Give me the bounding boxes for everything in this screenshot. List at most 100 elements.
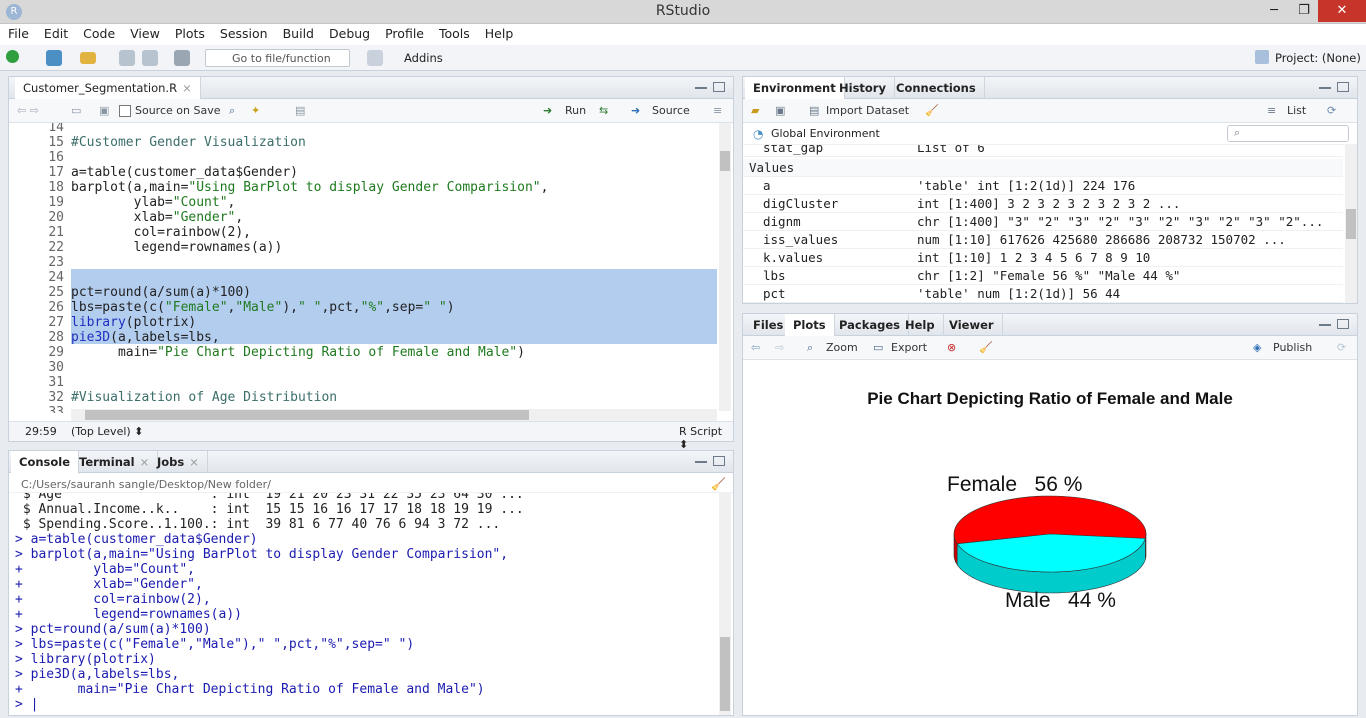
magic-wand-icon[interactable]: ✦ [251, 104, 260, 117]
next-plot-icon[interactable]: ⇨ [775, 341, 784, 354]
minimize-pane-icon[interactable] [1319, 324, 1331, 330]
save-all-icon[interactable] [142, 50, 158, 66]
show-in-window-icon[interactable]: ▭ [71, 104, 81, 117]
code-line[interactable]: a=table(customer_data$Gender) [71, 165, 548, 180]
outline-icon[interactable]: ≡ [713, 104, 722, 117]
previous-plot-icon[interactable]: ⇦ [751, 341, 760, 354]
tab-console[interactable]: Console [11, 451, 80, 474]
menu-profile[interactable]: Profile [377, 24, 431, 41]
minimize-pane-icon[interactable] [695, 461, 707, 467]
code-line[interactable]: #Visualization of Age Distribution [71, 390, 548, 405]
load-workspace-icon[interactable]: ▰ [751, 104, 759, 117]
code-text[interactable]: #Customer Gender Visualization a=table(c… [71, 123, 548, 413]
addins-menu[interactable]: Addins [404, 51, 443, 65]
clear-plots-icon[interactable]: 🧹 [979, 341, 993, 354]
rerun-icon[interactable]: ⇆ [599, 104, 608, 117]
back-forward-icon[interactable]: ⇦ ⇨ [17, 104, 39, 117]
code-line[interactable] [71, 375, 548, 390]
maximize-pane-icon[interactable] [713, 456, 725, 466]
new-file-icon[interactable] [6, 50, 19, 63]
menu-help[interactable]: Help [477, 24, 521, 41]
env-row[interactable]: lbs chr [1:2] "Female 56 %" "Male 44 %" [743, 267, 1343, 285]
menu-debug[interactable]: Debug [321, 24, 377, 41]
code-line[interactable]: #Customer Gender Visualization [71, 135, 548, 150]
publish-button[interactable]: Publish [1273, 341, 1312, 354]
env-row[interactable]: pct 'table' num [1:2(1d)] 56 44 [743, 285, 1343, 303]
file-type-selector[interactable]: R Script ⬍ [679, 425, 733, 451]
run-button[interactable]: Run [565, 104, 586, 117]
save-icon[interactable] [119, 50, 135, 66]
env-row[interactable]: digCluster int [1:400] 3 2 3 2 3 2 3 2 3 … [743, 195, 1343, 213]
grid-layout-icon[interactable] [367, 50, 383, 66]
code-line[interactable] [71, 360, 548, 375]
code-editor[interactable]: 14 15 16 17 18 19 20 21 22 23 24 25 26 27 28 29 30 31 32 33… [9, 123, 717, 413]
clear-console-icon[interactable]: 🧹 [711, 477, 726, 491]
compile-report-icon[interactable]: ▤ [295, 104, 305, 117]
menu-build[interactable]: Build [275, 24, 321, 41]
save-workspace-icon[interactable]: ▣ [775, 104, 785, 117]
list-view-button[interactable]: List [1287, 104, 1306, 117]
editor-vscroll[interactable] [719, 123, 731, 411]
menu-code[interactable]: Code [75, 24, 122, 41]
refresh-icon[interactable]: ⟳ [1327, 104, 1336, 117]
code-line[interactable] [71, 123, 548, 135]
close-button[interactable]: ✕ [1318, 0, 1366, 22]
tab-jobs[interactable]: Jobs × [149, 451, 208, 473]
maximize-pane-icon[interactable] [1337, 82, 1349, 92]
code-line[interactable]: pie3D(a,labels=lbs, [71, 330, 548, 345]
code-line[interactable]: main="Pie Chart Depicting Ratio of Femal… [71, 345, 548, 360]
env-search-input[interactable]: ⌕ [1227, 125, 1349, 142]
close-tab-icon[interactable]: × [182, 81, 192, 95]
clear-workspace-icon[interactable]: 🧹 [925, 104, 939, 117]
tab-terminal[interactable]: Terminal × [71, 451, 159, 473]
console-output[interactable]: $ Age : int 19 21 20 23 31 22 35 23 64 3… [9, 493, 719, 715]
close-tab-icon[interactable]: × [140, 455, 150, 469]
import-dataset-button[interactable]: Import Dataset [826, 104, 909, 117]
tab-history[interactable]: History [831, 77, 895, 99]
code-line[interactable]: library(plotrix) [71, 315, 548, 330]
zoom-button[interactable]: Zoom [826, 341, 858, 354]
scope-selector[interactable]: (Top Level) ⬍ [71, 425, 143, 438]
print-icon[interactable] [174, 50, 190, 66]
code-line[interactable]: legend=rownames(a)) [71, 240, 548, 255]
env-row[interactable]: iss_values num [1:10] 617626 425680 28668… [743, 231, 1343, 249]
restore-button[interactable]: ❐ [1289, 0, 1319, 22]
new-project-icon[interactable] [46, 50, 62, 66]
menu-session[interactable]: Session [212, 24, 275, 41]
env-vscroll[interactable] [1345, 145, 1357, 303]
export-button[interactable]: Export [891, 341, 927, 354]
editor-hscroll[interactable] [71, 409, 717, 421]
close-tab-icon[interactable]: × [189, 455, 199, 469]
project-menu[interactable]: Project: (None) [1275, 51, 1361, 65]
env-row[interactable]: a 'table' int [1:2(1d)] 224 176 [743, 177, 1343, 195]
remove-plot-icon[interactable]: ⊗ [947, 341, 956, 354]
minimize-button[interactable]: ─ [1259, 0, 1289, 22]
open-file-icon[interactable] [80, 52, 96, 64]
tab-environment[interactable]: Environment [745, 77, 845, 100]
menu-tools[interactable]: Tools [431, 24, 477, 41]
menu-edit[interactable]: Edit [36, 24, 75, 41]
console-vscroll[interactable] [719, 493, 731, 715]
menu-plots[interactable]: Plots [167, 24, 212, 41]
global-environment-selector[interactable]: Global Environment [771, 127, 880, 140]
code-line[interactable]: xlab="Gender", [71, 210, 548, 225]
tab-customer-segmentation[interactable]: Customer_Segmentation.R × [15, 77, 201, 100]
goto-file-input[interactable]: Go to file/function [205, 49, 350, 67]
code-line[interactable] [71, 150, 548, 165]
source-button[interactable]: Source [652, 104, 690, 117]
env-row[interactable]: dignm chr [1:400] "3" "2" "3" "2" "3" "2"… [743, 213, 1343, 231]
code-line[interactable]: pct=round(a/sum(a)*100) [71, 285, 548, 300]
code-line[interactable] [71, 270, 548, 285]
tab-viewer[interactable]: Viewer [941, 314, 1003, 336]
env-row[interactable]: k.values int [1:10] 1 2 3 4 5 6 7 8 9 10 [743, 249, 1343, 267]
tab-help[interactable]: Help [897, 314, 944, 336]
maximize-pane-icon[interactable] [1337, 319, 1349, 329]
source-on-save-checkbox[interactable] [119, 105, 131, 117]
code-line[interactable]: lbs=paste(c("Female","Male")," ",pct,"%"… [71, 300, 548, 315]
code-line[interactable]: barplot(a,main="Using BarPlot to display… [71, 180, 548, 195]
save-file-icon[interactable]: ▣ [99, 104, 109, 117]
env-row-partial[interactable]: stat_gap List of 6 [743, 145, 1343, 157]
minimize-pane-icon[interactable] [695, 87, 707, 93]
search-icon[interactable]: ⌕ [229, 104, 235, 118]
refresh-icon[interactable]: ⟳ [1337, 341, 1346, 354]
